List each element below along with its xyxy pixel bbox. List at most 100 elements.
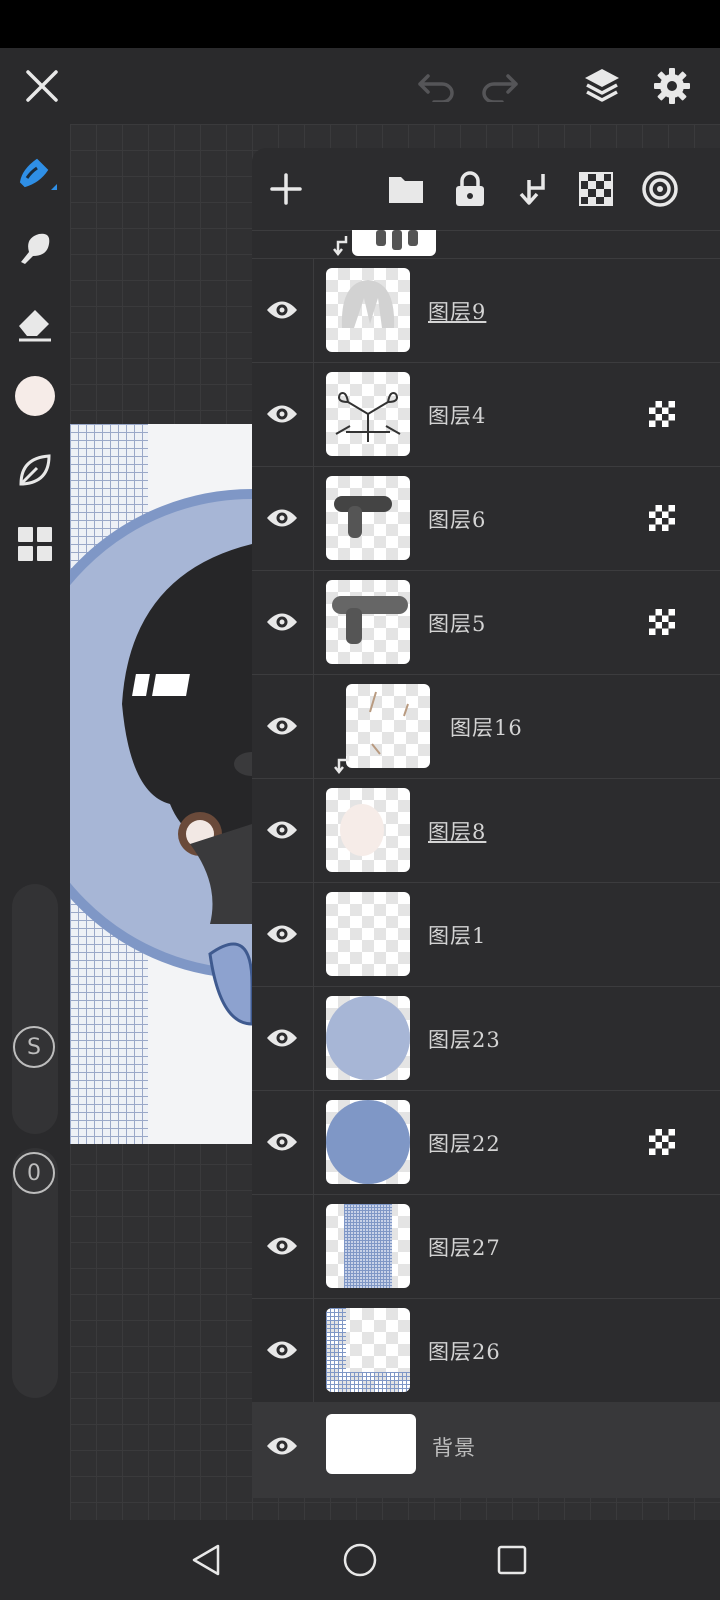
clip-indicator-icon xyxy=(333,236,348,256)
eye-icon xyxy=(267,1437,297,1455)
layer-row[interactable]: 图层8 xyxy=(252,778,720,883)
visibility-toggle[interactable] xyxy=(262,1226,302,1266)
layer-thumbnail xyxy=(326,580,410,664)
layer-row[interactable]: 图层22 xyxy=(252,1090,720,1195)
layer-thumbnail xyxy=(326,892,410,976)
checker-icon xyxy=(579,172,613,206)
layer-thumbnail xyxy=(326,372,410,456)
smudge-icon xyxy=(21,233,50,264)
layer-name: 图层8 xyxy=(428,820,487,844)
plus-icon xyxy=(270,173,302,205)
brush-library-button[interactable] xyxy=(11,446,59,494)
smudge-tool-button[interactable] xyxy=(11,224,59,272)
back-triangle-icon xyxy=(192,1544,220,1576)
layers-toolbar xyxy=(252,148,720,231)
layer-row[interactable]: 图层9 xyxy=(252,258,720,363)
leaf-icon xyxy=(19,454,51,486)
layer-row[interactable]: 图层6 xyxy=(252,466,720,571)
layer-thumbnail xyxy=(326,476,410,560)
opacity-label: 0 xyxy=(13,1152,55,1194)
layer-thumbnail xyxy=(346,684,430,768)
visibility-toggle[interactable] xyxy=(262,602,302,642)
layer-thumbnail xyxy=(326,1204,410,1288)
eye-icon xyxy=(267,821,297,839)
add-layer-button[interactable] xyxy=(262,165,310,213)
eye-icon xyxy=(267,1133,297,1151)
layer-thumbnail xyxy=(326,788,410,872)
alpha-lock-icon xyxy=(649,401,675,427)
visibility-toggle[interactable] xyxy=(262,498,302,538)
clipping-mask-button[interactable] xyxy=(510,165,558,213)
current-color-swatch xyxy=(15,376,55,416)
brush-tool-button[interactable] xyxy=(11,150,59,198)
layer-name: 图层22 xyxy=(428,1132,501,1156)
eye-icon xyxy=(267,1237,297,1255)
close-icon xyxy=(26,70,58,102)
layer-name: 图层4 xyxy=(428,404,487,428)
opacity-slider[interactable]: 0 xyxy=(12,1148,58,1398)
layer-row[interactable]: 图层16 xyxy=(252,674,720,779)
recents-button[interactable] xyxy=(488,1536,536,1584)
folder-icon xyxy=(389,177,423,203)
gallery-button[interactable] xyxy=(11,520,59,568)
visibility-toggle[interactable] xyxy=(262,1018,302,1058)
layer-row[interactable]: 图层4 xyxy=(252,362,720,467)
redo-button[interactable] xyxy=(476,62,524,110)
eye-icon xyxy=(267,509,297,527)
blend-mode-button[interactable] xyxy=(636,165,684,213)
undo-button[interactable] xyxy=(412,62,460,110)
layer-row[interactable]: 图层1 xyxy=(252,882,720,987)
visibility-toggle[interactable] xyxy=(262,810,302,850)
artwork-preview[interactable] xyxy=(70,424,252,1144)
visibility-toggle[interactable] xyxy=(262,706,302,746)
visibility-toggle[interactable] xyxy=(262,394,302,434)
visibility-toggle[interactable] xyxy=(262,914,302,954)
color-picker-button[interactable] xyxy=(11,372,59,420)
eye-icon xyxy=(267,301,297,319)
layer-thumbnail xyxy=(326,996,410,1080)
layers-button[interactable] xyxy=(578,62,626,110)
brush-size-slider[interactable]: S xyxy=(12,884,58,1134)
layer-row[interactable]: 图层5 xyxy=(252,570,720,675)
add-group-button[interactable] xyxy=(382,165,430,213)
alpha-lock-icon xyxy=(649,1129,675,1155)
gear-icon xyxy=(654,68,690,104)
visibility-toggle[interactable] xyxy=(262,290,302,330)
layer-name: 图层6 xyxy=(428,508,487,532)
status-bar xyxy=(0,0,720,48)
layer-row[interactable]: 图层27 xyxy=(252,1194,720,1299)
eraser-tool-button[interactable] xyxy=(11,298,59,346)
layer-row-partial[interactable] xyxy=(252,230,720,259)
layer-thumbnail xyxy=(326,1100,410,1184)
alpha-lock-icon xyxy=(649,609,675,635)
close-button[interactable] xyxy=(18,62,66,110)
visibility-toggle[interactable] xyxy=(262,1122,302,1162)
layer-name: 图层23 xyxy=(428,1028,501,1052)
visibility-toggle[interactable] xyxy=(262,1426,302,1466)
layers-panel: 图层9 图层4 图层6 图层5 图层16 图层8 图层1 图层23 图层22 图… xyxy=(252,148,720,1498)
layer-thumbnail xyxy=(326,1414,416,1474)
top-toolbar xyxy=(0,48,720,124)
alpha-lock-button[interactable] xyxy=(572,165,620,213)
eye-icon xyxy=(267,1341,297,1359)
grid-icon xyxy=(18,527,52,561)
layer-name: 图层26 xyxy=(428,1340,501,1364)
redo-icon xyxy=(482,74,518,102)
layer-thumbnail xyxy=(326,1308,410,1392)
layer-row[interactable]: 图层26 xyxy=(252,1298,720,1403)
home-button[interactable] xyxy=(336,1536,384,1584)
eraser-icon xyxy=(19,310,51,342)
clip-indicator-icon xyxy=(334,754,350,774)
blend-icon xyxy=(642,171,678,207)
layer-row[interactable]: 图层23 xyxy=(252,986,720,1091)
recents-square-icon xyxy=(497,1545,527,1575)
back-button[interactable] xyxy=(182,1536,230,1584)
system-nav-bar xyxy=(0,1520,720,1600)
visibility-toggle[interactable] xyxy=(262,1330,302,1370)
layer-row-background[interactable]: 背景 xyxy=(252,1402,720,1498)
settings-button[interactable] xyxy=(648,62,696,110)
layers-icon xyxy=(585,69,619,102)
alpha-lock-icon xyxy=(649,505,675,531)
layer-name: 图层16 xyxy=(450,716,523,740)
lock-layer-button[interactable] xyxy=(446,165,494,213)
